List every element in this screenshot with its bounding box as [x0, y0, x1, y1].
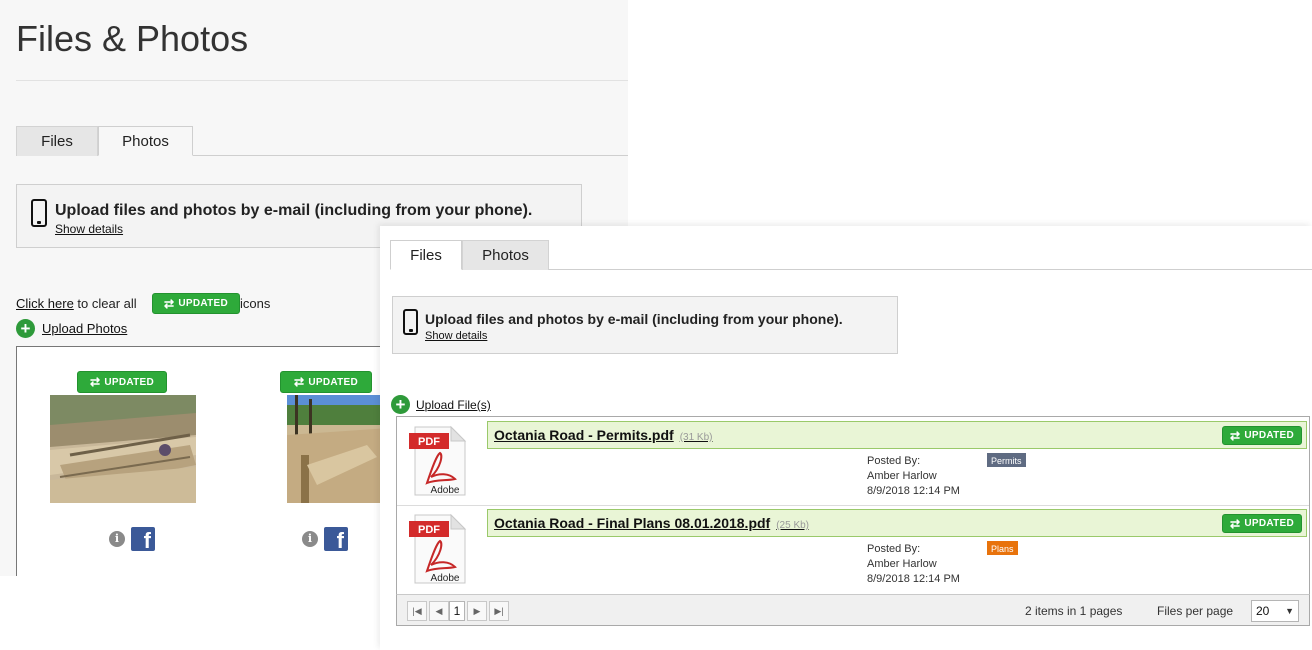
pdf-file-icon[interactable]: PDF Adobe [407, 425, 469, 497]
pdf-icon-label: PDF [418, 524, 440, 536]
file-meta: Posted By: Amber Harlow 8/9/2018 12:14 P… [867, 542, 960, 587]
page-title: Files & Photos [16, 18, 249, 59]
tab-files[interactable]: Files [16, 126, 98, 156]
tab-photos[interactable]: Photos [98, 126, 193, 156]
updated-badge-label: UPDATED [178, 298, 229, 309]
sync-icon: ⇄ [163, 296, 175, 311]
pdf-icon-brand: Adobe [431, 485, 460, 496]
clear-updated-link[interactable]: Click here [16, 296, 74, 311]
file-name-link[interactable]: Octania Road - Permits.pdf (31 Kb) [494, 427, 713, 443]
current-page[interactable]: 1 [449, 601, 465, 621]
per-page-label: Files per page [1157, 604, 1234, 618]
sync-icon: ⇄ [1229, 516, 1241, 531]
clear-updated-suffix: icons [240, 296, 271, 311]
last-page-button[interactable]: ▶| [489, 601, 509, 621]
show-details-link[interactable]: Show details [55, 222, 123, 236]
sync-icon: ⇄ [1229, 428, 1241, 443]
file-updated-badge: ⇄ UPDATED [1222, 426, 1302, 445]
file-updated-badge-label: UPDATED [1244, 430, 1295, 441]
add-icon[interactable]: + [16, 319, 35, 338]
sync-icon: ⇄ [89, 375, 101, 389]
tab-files[interactable]: Files [390, 240, 462, 270]
facebook-icon[interactable]: f [324, 527, 348, 551]
chevron-down-icon: ▼ [1285, 606, 1294, 616]
info-icon[interactable]: i [109, 531, 125, 547]
show-details-link[interactable]: Show details [425, 330, 487, 342]
category-badge[interactable]: Permits [987, 453, 1026, 467]
photo-updated-badge-label: UPDATED [308, 376, 359, 388]
file-row: PDF Adobe Octania Road - Permits.pdf (31 … [397, 417, 1309, 505]
file-header: Octania Road - Final Plans 08.01.2018.pd… [487, 509, 1307, 537]
upload-files-link[interactable]: Upload File(s) [416, 398, 491, 412]
file-date: 8/9/2018 12:14 PM [867, 573, 960, 585]
title-divider [16, 80, 628, 81]
sync-icon: ⇄ [293, 375, 305, 389]
file-meta: Posted By: Amber Harlow 8/9/2018 12:14 P… [867, 454, 960, 499]
file-size: (31 Kb) [679, 432, 713, 443]
first-page-button[interactable]: |◀ [407, 601, 427, 621]
pdf-file-icon[interactable]: PDF Adobe [407, 513, 469, 585]
info-icon[interactable]: i [302, 531, 318, 547]
files-panel: Files Photos Upload files and photos by … [380, 226, 1312, 650]
pdf-icon-label: PDF [418, 436, 440, 448]
posted-by-label: Posted By: [867, 543, 921, 555]
category-badge[interactable]: Plans [987, 541, 1018, 555]
file-header: Octania Road - Permits.pdf (31 Kb) ⇄ UPDAT… [487, 421, 1307, 449]
file-size: (25 Kb) [776, 520, 810, 531]
file-author: Amber Harlow [867, 558, 937, 570]
posted-by-label: Posted By: [867, 455, 921, 467]
facebook-icon[interactable]: f [131, 527, 155, 551]
photo-thumbnail[interactable] [50, 395, 196, 503]
tab-photos[interactable]: Photos [462, 240, 549, 270]
email-upload-title: Upload files and photos by e-mail (inclu… [55, 202, 533, 219]
file-date: 8/9/2018 12:14 PM [867, 485, 960, 497]
photo-updated-badge-label: UPDATED [104, 376, 155, 388]
file-author: Amber Harlow [867, 470, 937, 482]
email-upload-banner: Upload files and photos by e-mail (inclu… [392, 296, 898, 354]
upload-photos-link[interactable]: Upload Photos [42, 321, 127, 336]
email-upload-title: Upload files and photos by e-mail (inclu… [425, 311, 843, 327]
add-icon[interactable]: + [391, 395, 410, 414]
per-page-value: 20 [1256, 604, 1270, 618]
photo-updated-badge: ⇄ UPDATED [77, 371, 167, 393]
file-updated-badge: ⇄ UPDATED [1222, 514, 1302, 533]
next-page-button[interactable]: ▶ [467, 601, 487, 621]
phone-icon [31, 199, 47, 227]
phone-icon [403, 309, 418, 335]
file-updated-badge-label: UPDATED [1244, 518, 1295, 529]
clear-updated-text: to clear all [73, 296, 137, 311]
file-row: PDF Adobe Octania Road - Final Plans 08.… [397, 505, 1309, 593]
per-page-select[interactable]: 20 ▼ [1251, 600, 1299, 622]
pager: |◀ ◀ 1 ▶ ▶| 2 items in 1 pages Files per… [396, 594, 1310, 626]
prev-page-button[interactable]: ◀ [429, 601, 449, 621]
file-name-link[interactable]: Octania Road - Final Plans 08.01.2018.pd… [494, 515, 809, 531]
photo-updated-badge: ⇄ UPDATED [280, 371, 372, 393]
pdf-icon-brand: Adobe [431, 573, 460, 584]
updated-badge: ⇄ UPDATED [152, 293, 240, 314]
clear-updated-line: Click here to clear all [16, 294, 137, 314]
pager-info: 2 items in 1 pages [1025, 604, 1123, 618]
